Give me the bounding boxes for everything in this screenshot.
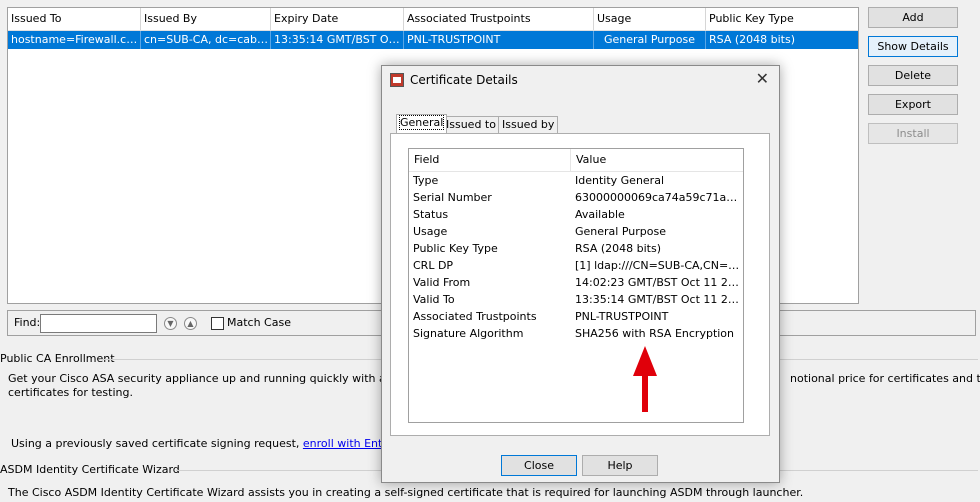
public-ca-text: Get your Cisco ASA security appliance up… — [8, 372, 441, 385]
col-usage[interactable]: Usage — [594, 8, 706, 30]
public-ca-heading: Public CA Enrollment — [0, 352, 115, 365]
delete-button[interactable]: Delete — [868, 65, 958, 86]
show-details-button[interactable]: Show Details — [868, 36, 958, 57]
details-list: Field Value Type Identity General Serial … — [408, 148, 744, 423]
col-issued-to[interactable]: Issued To — [8, 8, 141, 30]
install-button[interactable]: Install — [868, 123, 958, 144]
cell-expiry-date: 13:35:14 GMT/BST Oct 1... — [271, 31, 404, 49]
export-button[interactable]: Export — [868, 94, 958, 115]
saved-request-text: Using a previously saved certificate sig… — [11, 437, 408, 450]
add-button[interactable]: Add — [868, 7, 958, 28]
close-button[interactable]: Close — [501, 455, 577, 476]
public-ca-text-right: notional price for certificates and tria… — [790, 372, 980, 385]
cell-trustpoint: PNL-TRUSTPOINT — [404, 31, 594, 49]
find-previous-icon[interactable]: ▲ — [184, 317, 197, 330]
list-item[interactable]: Signature Algorithm SHA256 with RSA Encry… — [409, 325, 743, 342]
cell-issued-to: hostname=Firewall.ca... — [8, 31, 141, 49]
col-issued-by[interactable]: Issued By — [141, 8, 271, 30]
cell-usage: General Purpose — [594, 31, 706, 49]
certificate-icon — [390, 73, 404, 87]
col-public-key-type[interactable]: Public Key Type — [706, 8, 860, 30]
value-column-header[interactable]: Value — [571, 149, 743, 171]
list-item[interactable]: Associated Trustpoints PNL-TRUSTPOINT — [409, 308, 743, 325]
find-input[interactable] — [40, 314, 157, 333]
list-item[interactable]: Public Key Type RSA (2048 bits) — [409, 240, 743, 257]
public-ca-text-2: certificates for testing. — [8, 386, 133, 399]
col-associated-trustpoints[interactable]: Associated Trustpoints — [404, 8, 594, 30]
match-case-label: Match Case — [227, 316, 291, 329]
tab-issued-by[interactable]: Issued by — [498, 116, 559, 133]
tab-general[interactable]: General — [396, 114, 448, 133]
help-button[interactable]: Help — [582, 455, 658, 476]
find-label: Find: — [14, 316, 41, 329]
list-item[interactable]: CRL DP [1] ldap:///CN=SUB-CA,CN=0... — [409, 257, 743, 274]
find-next-icon[interactable]: ▼ — [164, 317, 177, 330]
list-item[interactable]: Status Available — [409, 206, 743, 223]
asdm-wizard-text: The Cisco ASDM Identity Certificate Wiza… — [8, 486, 804, 499]
list-item[interactable]: Type Identity General — [409, 172, 743, 189]
certificate-details-dialog: Certificate Details ✕ General Issued to … — [381, 65, 780, 483]
list-item[interactable]: Usage General Purpose — [409, 223, 743, 240]
cell-public-key-type: RSA (2048 bits) — [709, 33, 796, 46]
close-icon[interactable]: ✕ — [756, 71, 769, 87]
table-header: Issued To Issued By Expiry Date Associat… — [8, 8, 858, 31]
list-item[interactable]: Valid To 13:35:14 GMT/BST Oct 11 2017 — [409, 291, 743, 308]
cell-issued-by: cn=SUB-CA, dc=caben... — [141, 31, 271, 49]
dialog-title: Certificate Details — [410, 73, 518, 87]
list-item[interactable]: Serial Number 63000000069ca74a59c71a55... — [409, 189, 743, 206]
tab-issued-to[interactable]: Issued to — [442, 116, 500, 133]
col-expiry-date[interactable]: Expiry Date — [271, 8, 404, 30]
field-column-header[interactable]: Field — [409, 149, 571, 171]
details-header: Field Value — [409, 149, 743, 172]
asdm-wizard-heading: ASDM Identity Certificate Wizard — [0, 463, 180, 476]
table-row[interactable]: hostname=Firewall.ca... cn=SUB-CA, dc=ca… — [8, 31, 858, 49]
list-item[interactable]: Valid From 14:02:23 GMT/BST Oct 11 2016 — [409, 274, 743, 291]
annotation-arrow-icon — [633, 346, 657, 412]
match-case-checkbox[interactable] — [211, 317, 224, 330]
